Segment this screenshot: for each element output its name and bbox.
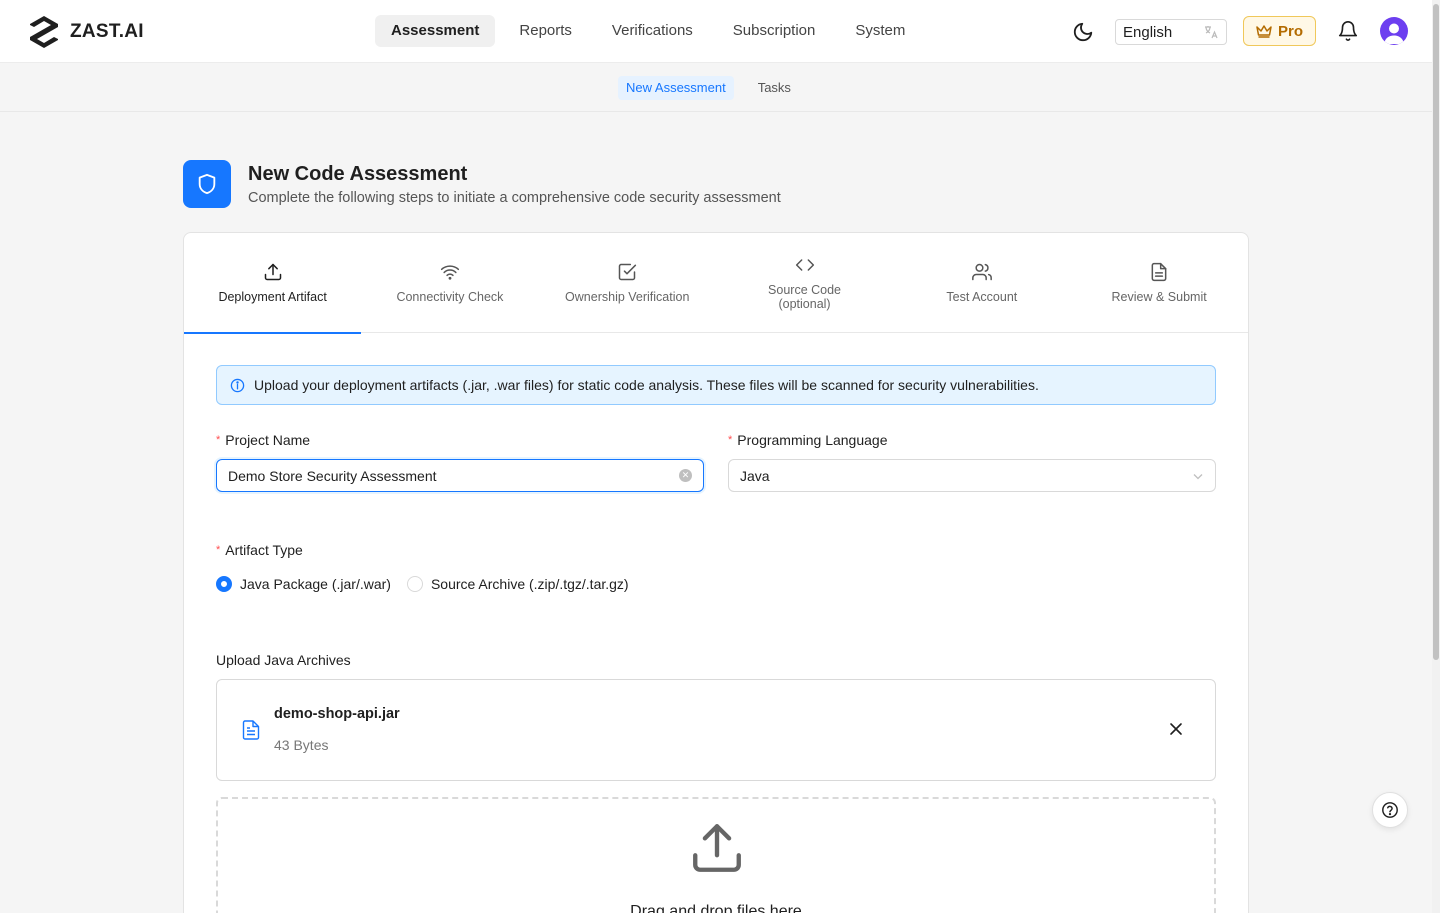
translate-icon xyxy=(1205,26,1218,39)
user-avatar-icon xyxy=(1384,23,1404,44)
top-navbar: ZAST.AI Assessment Reports Verifications… xyxy=(0,0,1432,63)
alert-text: Upload your deployment artifacts (.jar, … xyxy=(254,377,1039,393)
language-select[interactable]: English xyxy=(1115,19,1227,45)
zast-logo-icon xyxy=(30,16,58,48)
step-label: Source Code (optional) xyxy=(768,283,842,311)
close-icon[interactable] xyxy=(1167,720,1185,738)
users-icon xyxy=(971,263,992,281)
project-name-input[interactable] xyxy=(228,467,679,484)
step-source-code[interactable]: Source Code (optional) xyxy=(716,233,893,333)
file-size: 43 Bytes xyxy=(274,737,329,753)
nav-system[interactable]: System xyxy=(839,15,921,47)
shield-icon xyxy=(183,160,231,208)
nav-assessment[interactable]: Assessment xyxy=(375,15,496,47)
step-connectivity-check[interactable]: Connectivity Check xyxy=(361,233,538,333)
assessment-card: Deployment Artifact Connectivity Check O… xyxy=(183,232,1249,913)
required-marker: * xyxy=(216,434,221,446)
help-icon xyxy=(1382,802,1398,818)
nav-reports[interactable]: Reports xyxy=(503,15,588,47)
crown-icon xyxy=(1256,25,1272,38)
step-label: Deployment Artifact xyxy=(218,290,327,304)
bell-icon[interactable] xyxy=(1337,20,1359,42)
required-marker: * xyxy=(216,544,221,556)
required-marker: * xyxy=(728,434,733,446)
document-icon xyxy=(1151,262,1167,282)
pro-badge[interactable]: Pro xyxy=(1243,16,1316,46)
step-label: Connectivity Check xyxy=(396,290,504,304)
help-button[interactable] xyxy=(1372,792,1408,828)
moon-icon[interactable] xyxy=(1072,21,1094,43)
step-label: Test Account xyxy=(946,290,1018,304)
upload-icon xyxy=(693,824,741,872)
step-deployment-artifact[interactable]: Deployment Artifact xyxy=(184,233,362,334)
artifact-type-label: * Artifact Type xyxy=(216,542,303,558)
radio-checked-indicator[interactable] xyxy=(216,576,232,592)
language-value: English xyxy=(1123,23,1173,41)
steps-tabs: Deployment Artifact Connectivity Check O… xyxy=(184,233,1248,334)
project-name-label: * Project Name xyxy=(216,432,311,448)
code-icon xyxy=(795,259,814,271)
nav-subscription[interactable]: Subscription xyxy=(717,15,832,47)
wifi-icon xyxy=(440,265,460,280)
upload-icon xyxy=(264,263,281,281)
app-name: ZAST.AI xyxy=(70,21,144,42)
chevron-down-icon xyxy=(1193,473,1203,479)
page-scrollbar[interactable] xyxy=(1432,0,1440,913)
dropzone-text: Drag and drop files here xyxy=(630,903,802,913)
page-subtitle: Complete the following steps to initiate… xyxy=(248,190,781,206)
info-alert: Upload your deployment artifacts (.jar, … xyxy=(216,365,1216,405)
radio-unchecked-indicator[interactable] xyxy=(406,576,423,592)
file-icon xyxy=(242,720,260,740)
radio-source-archive[interactable]: Source Archive (.zip/.tgz/.tar.gz) xyxy=(406,576,629,592)
artifact-type-radio-group: Java Package (.jar/.war) Source Archive … xyxy=(216,576,629,592)
subnav-tasks[interactable]: Tasks xyxy=(750,76,799,100)
step-ownership-verification[interactable]: Ownership Verification xyxy=(539,233,716,333)
file-dropzone[interactable]: Drag and drop files here xyxy=(216,797,1216,913)
uploaded-file-item: demo-shop-api.jar 43 Bytes xyxy=(216,679,1216,781)
step-review-submit[interactable]: Review & Submit xyxy=(1070,233,1247,333)
pro-label: Pro xyxy=(1277,22,1303,40)
upload-label: Upload Java Archives xyxy=(216,652,351,668)
step-label: Ownership Verification xyxy=(565,290,690,304)
main-nav: Assessment Reports Verifications Subscri… xyxy=(375,15,929,47)
nav-verifications[interactable]: Verifications xyxy=(596,15,709,47)
language-selected-value: Java xyxy=(740,467,770,484)
page-header: New Code Assessment Complete the followi… xyxy=(183,160,781,208)
subnav-new-assessment[interactable]: New Assessment xyxy=(618,76,734,100)
step-test-account[interactable]: Test Account xyxy=(893,233,1070,333)
check-square-icon xyxy=(618,263,637,281)
clear-icon[interactable]: ✕ xyxy=(679,469,692,482)
page-title: New Code Assessment xyxy=(248,163,468,185)
step-label: Review & Submit xyxy=(1111,290,1207,304)
language-dropdown[interactable]: Java xyxy=(728,459,1216,492)
sub-nav: New Assessment Tasks xyxy=(0,64,1432,112)
info-icon xyxy=(230,378,245,392)
logo[interactable]: ZAST.AI xyxy=(28,15,144,49)
scrollbar-thumb[interactable] xyxy=(1433,4,1439,660)
file-name: demo-shop-api.jar xyxy=(274,706,400,722)
avatar[interactable] xyxy=(1380,17,1408,45)
radio-java-package[interactable]: Java Package (.jar/.war) xyxy=(216,576,391,592)
project-name-field[interactable]: ✕ xyxy=(216,459,704,492)
language-label: * Programming Language xyxy=(728,432,888,448)
